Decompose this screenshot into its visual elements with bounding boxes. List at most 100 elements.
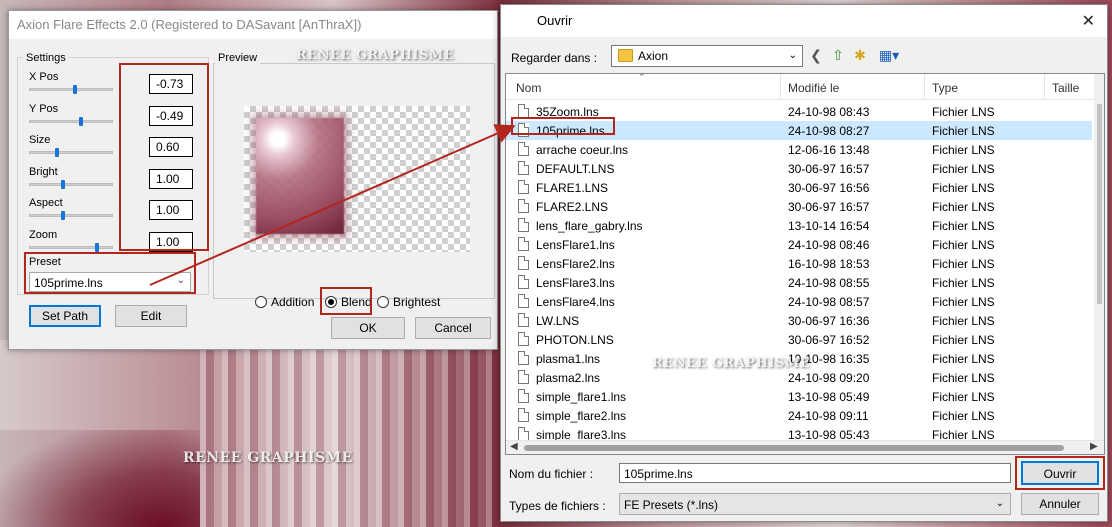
radio-addition-dot: [255, 296, 267, 308]
file-name: FLARE1.LNS: [536, 181, 609, 195]
param-slider[interactable]: [29, 214, 113, 217]
file-row[interactable]: simple_flare2.lns 24-10-98 09:11 Fichier L…: [506, 406, 1092, 425]
column-name[interactable]: Nom: [516, 81, 541, 95]
file-row[interactable]: DEFAULT.LNS 30-06-97 16:57 Fichier LNS: [506, 159, 1092, 178]
param-value-input[interactable]: 1.00: [149, 168, 193, 189]
preset-combo[interactable]: 105prime.lns ⌄: [29, 272, 191, 292]
param-value-input[interactable]: 1.00: [149, 200, 193, 220]
param-value-input[interactable]: -0.49: [149, 105, 193, 126]
file-row[interactable]: 105prime.lns 24-10-98 08:27 Fichier LNS: [506, 121, 1092, 140]
background-dark-corner: [0, 430, 200, 527]
chevron-down-icon: ⌄: [995, 498, 1004, 509]
param-slider[interactable]: [29, 119, 113, 123]
file-type: Fichier LNS: [932, 238, 995, 252]
view-menu-icon[interactable]: ▦▾: [875, 47, 903, 65]
file-date: 30-06-97 16:56: [788, 181, 870, 195]
column-type[interactable]: Type: [932, 81, 958, 95]
file-icon: [518, 256, 529, 270]
param-slider[interactable]: [29, 151, 113, 154]
radio-blend[interactable]: Blend: [325, 295, 372, 309]
slider-thumb[interactable]: [73, 85, 77, 94]
horizontal-scrollbar[interactable]: ◀ ▶: [506, 440, 1104, 454]
file-row[interactable]: PHOTON.LNS 30-06-97 16:52 Fichier LNS: [506, 330, 1092, 349]
file-date: 30-06-97 16:57: [788, 162, 870, 176]
file-row[interactable]: 35Zoom.lns 24-10-98 08:43 Fichier LNS: [506, 102, 1092, 121]
open-button[interactable]: Ouvrir: [1021, 461, 1099, 485]
file-type: Fichier LNS: [932, 219, 995, 233]
param-label: Size: [29, 134, 51, 146]
file-row[interactable]: FLARE1.LNS 30-06-97 16:56 Fichier LNS: [506, 178, 1092, 197]
file-row[interactable]: FLARE2.LNS 30-06-97 16:57 Fichier LNS: [506, 197, 1092, 216]
file-icon: [518, 370, 529, 384]
vertical-scrollbar[interactable]: [1094, 74, 1104, 440]
file-date: 13-10-98 05:49: [788, 390, 870, 404]
file-row[interactable]: lens_flare_gabry.lns 13-10-14 16:54 Fichie…: [506, 216, 1092, 235]
set-path-button[interactable]: Set Path: [29, 305, 101, 327]
preview-group: [213, 63, 495, 299]
file-icon: [518, 427, 529, 441]
file-type: Fichier LNS: [932, 371, 995, 385]
file-type: Fichier LNS: [932, 352, 995, 366]
file-date: 30-06-97 16:52: [788, 333, 870, 347]
watermark: RENEE GRAPHISME: [652, 356, 811, 371]
horizontal-scroll-thumb[interactable]: [524, 445, 1064, 451]
file-type: Fichier LNS: [932, 409, 995, 423]
file-icon: [518, 351, 529, 365]
ok-button[interactable]: OK: [331, 317, 405, 339]
radio-addition[interactable]: Addition: [255, 295, 314, 309]
file-type: Fichier LNS: [932, 390, 995, 404]
file-icon: [518, 199, 529, 213]
file-row[interactable]: LensFlare4.lns 24-10-98 08:57 Fichier LNS: [506, 292, 1092, 311]
slider-thumb[interactable]: [79, 116, 83, 126]
radio-brightest-label: Brightest: [393, 295, 441, 309]
window-title: Ouvrir: [501, 5, 1107, 37]
back-icon[interactable]: ❮: [807, 47, 825, 65]
cancel-button[interactable]: Cancel: [415, 317, 491, 339]
slider-thumb[interactable]: [55, 148, 59, 157]
chevron-down-icon: ⌄: [176, 275, 185, 286]
param-slider[interactable]: [29, 88, 113, 91]
param-label: Y Pos: [29, 102, 59, 115]
file-icon: [518, 408, 529, 422]
annuler-button[interactable]: Annuler: [1021, 493, 1099, 515]
scroll-right-icon[interactable]: ▶: [1090, 441, 1098, 452]
file-row[interactable]: LensFlare3.lns 24-10-98 08:55 Fichier LNS: [506, 273, 1092, 292]
file-name: 105prime.lns: [536, 124, 605, 138]
param-slider[interactable]: [29, 245, 113, 249]
filetype-label: Types de fichiers :: [509, 499, 606, 513]
slider-thumb[interactable]: [95, 242, 99, 252]
file-row[interactable]: simple_flare1.lns 13-10-98 05:49 Fichier L…: [506, 387, 1092, 406]
column-size[interactable]: Taille: [1052, 81, 1079, 95]
folder-icon: [618, 49, 633, 62]
radio-brightest[interactable]: Brightest: [377, 295, 440, 309]
file-date: 24-10-98 08:46: [788, 238, 870, 252]
scroll-left-icon[interactable]: ◀: [510, 441, 518, 452]
file-list-header: Nom ⌃ Modifié le Type Taille: [506, 74, 1104, 100]
file-row[interactable]: arrache coeur.lns 12-06-16 13:48 Fichier L…: [506, 140, 1092, 159]
param-value-input[interactable]: 1.00: [149, 231, 193, 252]
vertical-scroll-thumb[interactable]: [1097, 104, 1102, 304]
filetype-combo[interactable]: FE Presets (*.lns) ⌄: [619, 493, 1011, 515]
file-date: 13-10-14 16:54: [788, 219, 870, 233]
slider-thumb[interactable]: [61, 211, 65, 220]
new-folder-icon[interactable]: ✱: [851, 47, 869, 65]
file-row[interactable]: LW.LNS 30-06-97 16:36 Fichier LNS: [506, 311, 1092, 330]
close-icon[interactable]: ✕: [1082, 11, 1095, 31]
column-separator: [780, 74, 781, 100]
file-row[interactable]: LensFlare2.lns 16-10-98 18:53 Fichier LNS: [506, 254, 1092, 273]
param-slider[interactable]: [29, 182, 113, 186]
column-modified[interactable]: Modifié le: [788, 81, 839, 95]
look-in-combo[interactable]: Axion ⌄: [611, 45, 803, 67]
edit-button[interactable]: Edit: [115, 305, 187, 327]
param-value-input[interactable]: 0.60: [149, 137, 193, 157]
settings-group-label: Settings: [23, 52, 69, 64]
chevron-down-icon: ⌄: [788, 50, 797, 61]
file-row[interactable]: LensFlare1.lns 24-10-98 08:46 Fichier LNS: [506, 235, 1092, 254]
up-folder-icon[interactable]: ⇧: [829, 47, 847, 65]
file-date: 12-06-16 13:48: [788, 143, 870, 157]
slider-thumb[interactable]: [61, 179, 65, 189]
param-value-input[interactable]: -0.73: [149, 74, 193, 94]
file-type: Fichier LNS: [932, 143, 995, 157]
file-date: 24-10-98 09:20: [788, 371, 870, 385]
filename-input[interactable]: 105prime.lns: [619, 463, 1011, 483]
